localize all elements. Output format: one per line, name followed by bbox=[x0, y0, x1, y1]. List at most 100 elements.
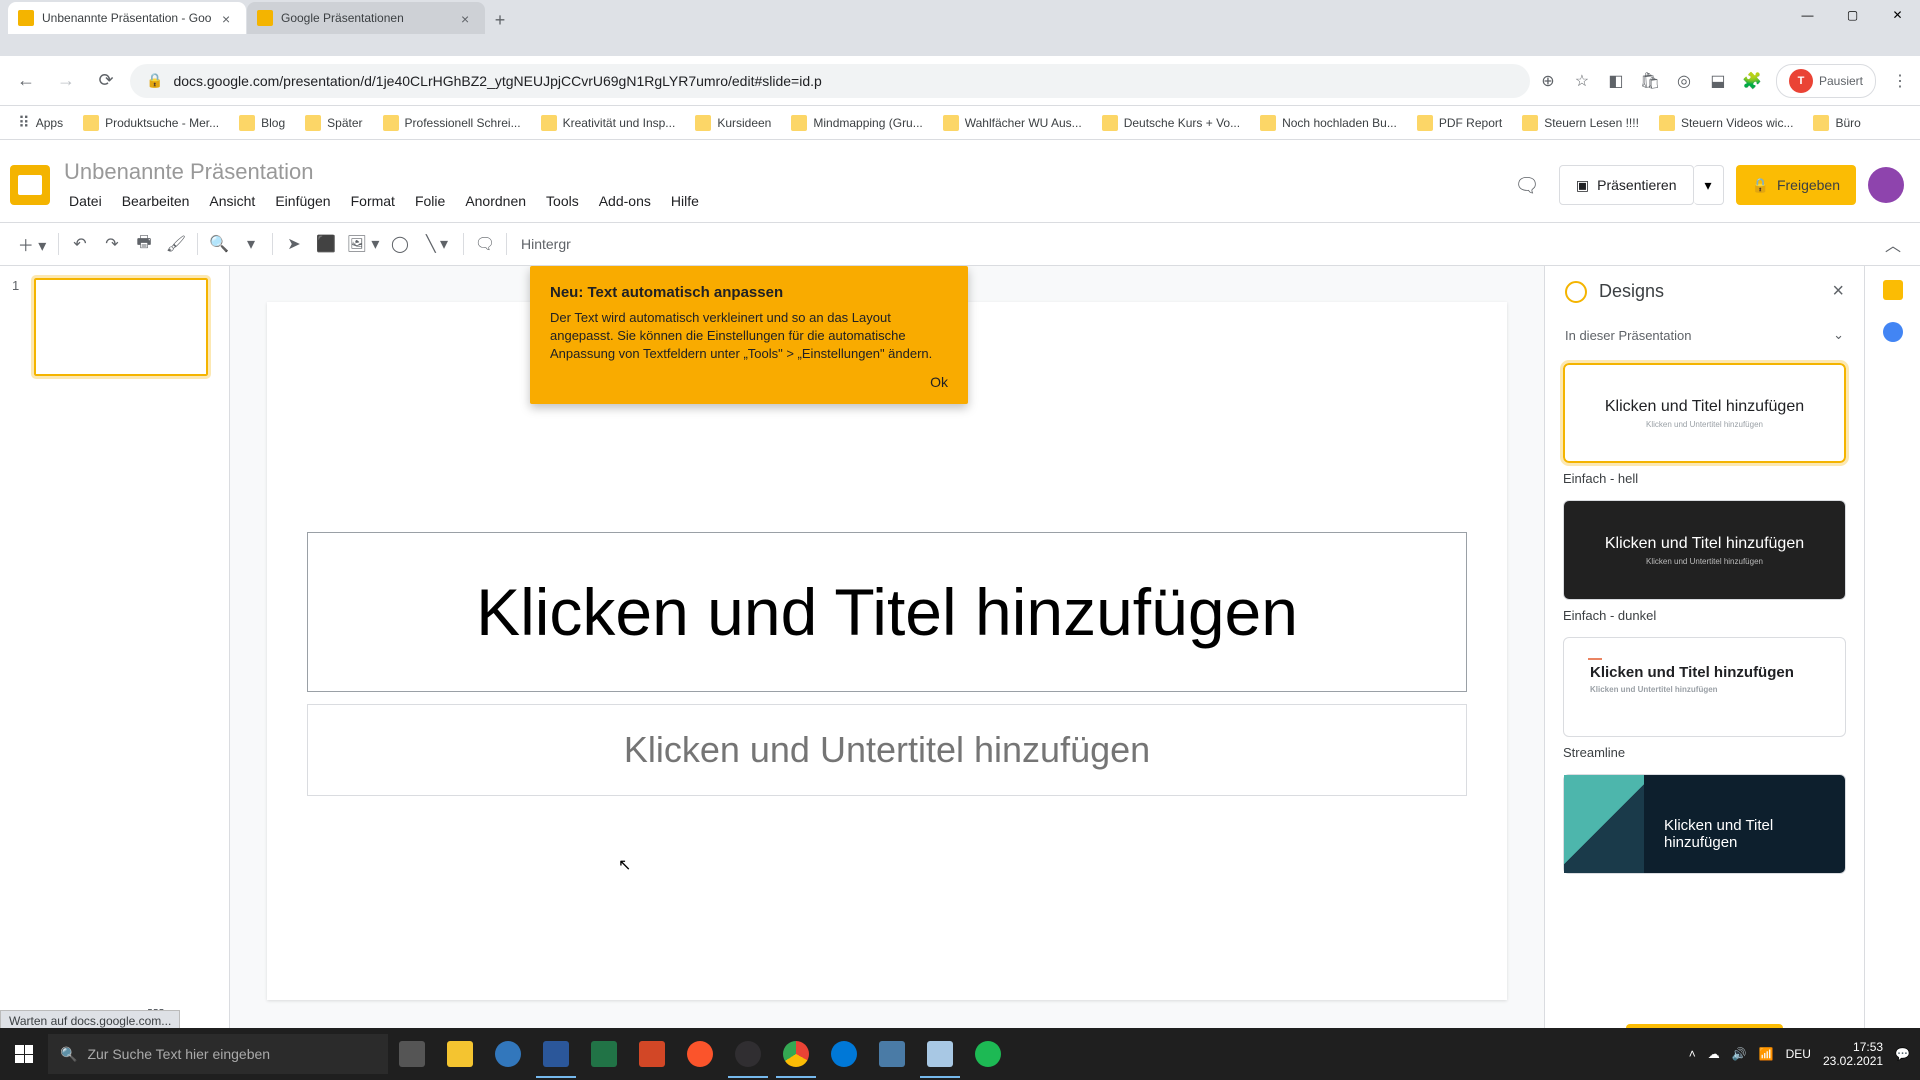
background-button[interactable]: Hintergr bbox=[513, 236, 579, 252]
comment-tool[interactable]: 🗨 bbox=[470, 229, 500, 259]
extensions-puzzle-icon[interactable]: 🧩 bbox=[1742, 71, 1762, 91]
minimize-button[interactable]: — bbox=[1785, 0, 1830, 30]
theme-card-dark[interactable]: Klicken und Titel hinzufügen Klicken und… bbox=[1563, 500, 1846, 600]
slide-thumbnail[interactable] bbox=[34, 278, 208, 376]
apps-shortcut[interactable]: ⠿Apps bbox=[10, 109, 71, 137]
edge-icon[interactable] bbox=[820, 1030, 868, 1078]
bookmark-item[interactable]: Büro bbox=[1805, 111, 1868, 135]
zoom-dropdown[interactable]: ▾ bbox=[236, 229, 266, 259]
close-panel-icon[interactable]: × bbox=[1832, 280, 1844, 303]
line-tool[interactable]: ╲ ▾ bbox=[417, 229, 457, 259]
browser-tab-active[interactable]: Unbenannte Präsentation - Goo × bbox=[8, 2, 246, 34]
bookmark-item[interactable]: Kreativität und Insp... bbox=[533, 111, 684, 135]
forward-button[interactable]: → bbox=[50, 65, 82, 97]
title-placeholder[interactable]: Klicken und Titel hinzufügen bbox=[307, 532, 1467, 692]
slide-canvas[interactable]: Klicken und Titel hinzufügen Klicken und… bbox=[267, 302, 1507, 1000]
extension-icon[interactable]: ⬓ bbox=[1708, 71, 1728, 91]
notepad-icon[interactable] bbox=[916, 1030, 964, 1078]
browser-tab[interactable]: Google Präsentationen × bbox=[247, 2, 485, 34]
select-tool[interactable]: ➤ bbox=[279, 229, 309, 259]
wifi-icon[interactable]: 📶 bbox=[1759, 1047, 1774, 1061]
onedrive-icon[interactable]: ☁ bbox=[1708, 1047, 1720, 1061]
bookmark-item[interactable]: Produktsuche - Mer... bbox=[75, 111, 227, 135]
start-button[interactable] bbox=[0, 1030, 48, 1078]
present-dropdown[interactable]: ▾ bbox=[1694, 165, 1724, 205]
menu-file[interactable]: Datei bbox=[60, 189, 111, 213]
maximize-button[interactable]: ▢ bbox=[1830, 0, 1875, 30]
redo-button[interactable]: ↷ bbox=[97, 229, 127, 259]
subtitle-placeholder[interactable]: Klicken und Untertitel hinzufügen bbox=[307, 704, 1467, 796]
word-icon[interactable] bbox=[532, 1030, 580, 1078]
theme-card-streamline[interactable]: Klicken und Titel hinzufügen Klicken und… bbox=[1563, 637, 1846, 737]
bookmark-item[interactable]: PDF Report bbox=[1409, 111, 1510, 135]
paint-format-button[interactable]: 🖌 bbox=[161, 229, 191, 259]
menu-help[interactable]: Hilfe bbox=[662, 189, 708, 213]
bookmark-item[interactable]: Wahlfächer WU Aus... bbox=[935, 111, 1090, 135]
bookmark-item[interactable]: Steuern Videos wic... bbox=[1651, 111, 1802, 135]
bookmark-item[interactable]: Steuern Lesen !!!! bbox=[1514, 111, 1647, 135]
share-button[interactable]: 🔒 Freigeben bbox=[1736, 165, 1856, 205]
bookmark-item[interactable]: Später bbox=[297, 111, 370, 135]
document-title[interactable]: Unbenannte Präsentation bbox=[60, 157, 708, 187]
brave-icon[interactable] bbox=[676, 1030, 724, 1078]
language-indicator[interactable]: DEU bbox=[1786, 1047, 1811, 1061]
spotify-icon[interactable] bbox=[964, 1030, 1012, 1078]
tasks-icon[interactable] bbox=[1883, 322, 1903, 342]
new-slide-button[interactable]: ＋ ▾ bbox=[12, 229, 52, 259]
menu-edit[interactable]: Bearbeiten bbox=[113, 189, 199, 213]
menu-format[interactable]: Format bbox=[342, 189, 404, 213]
close-tab-icon[interactable]: × bbox=[461, 11, 475, 25]
textbox-tool[interactable]: ⬛ bbox=[311, 229, 341, 259]
menu-view[interactable]: Ansicht bbox=[200, 189, 264, 213]
new-tab-button[interactable]: + bbox=[486, 6, 514, 34]
undo-button[interactable]: ↶ bbox=[65, 229, 95, 259]
keep-icon[interactable] bbox=[1883, 280, 1903, 300]
bookmark-item[interactable]: Professionell Schrei... bbox=[375, 111, 529, 135]
callout-ok-button[interactable]: Ok bbox=[550, 374, 948, 390]
bookmark-item[interactable]: Mindmapping (Gru... bbox=[783, 111, 930, 135]
bookmark-item[interactable]: Blog bbox=[231, 111, 293, 135]
menu-addons[interactable]: Add-ons bbox=[590, 189, 660, 213]
present-button[interactable]: ▣ Präsentieren bbox=[1559, 165, 1694, 205]
edge-legacy-icon[interactable] bbox=[484, 1030, 532, 1078]
volume-icon[interactable]: 🔊 bbox=[1732, 1047, 1747, 1061]
profile-paused-pill[interactable]: T Pausiert bbox=[1776, 64, 1876, 98]
shape-tool[interactable]: ◯ bbox=[385, 229, 415, 259]
menu-tools[interactable]: Tools bbox=[537, 189, 588, 213]
powerpoint-icon[interactable] bbox=[628, 1030, 676, 1078]
menu-insert[interactable]: Einfügen bbox=[266, 189, 339, 213]
kebab-menu-icon[interactable]: ⋮ bbox=[1890, 71, 1910, 91]
bookmark-item[interactable]: Deutsche Kurs + Vo... bbox=[1094, 111, 1248, 135]
star-icon[interactable]: ☆ bbox=[1572, 71, 1592, 91]
menu-slide[interactable]: Folie bbox=[406, 189, 454, 213]
theme-card-accent[interactable]: Klicken und Titel hinzufügen bbox=[1563, 774, 1846, 874]
zoom-icon[interactable]: ⊕ bbox=[1538, 71, 1558, 91]
notifications-icon[interactable]: 💬 bbox=[1895, 1047, 1910, 1061]
theme-card-light[interactable]: Klicken und Titel hinzufügen Klicken und… bbox=[1563, 363, 1846, 463]
menu-arrange[interactable]: Anordnen bbox=[456, 189, 535, 213]
reload-button[interactable]: ⟳ bbox=[90, 65, 122, 97]
task-view-icon[interactable] bbox=[388, 1030, 436, 1078]
collapse-toolbar-icon[interactable]: ︿ bbox=[1878, 229, 1908, 259]
close-window-button[interactable]: ✕ bbox=[1875, 0, 1920, 30]
bookmark-item[interactable]: Kursideen bbox=[687, 111, 779, 135]
chrome-icon[interactable] bbox=[772, 1030, 820, 1078]
extension-icon[interactable]: ◧ bbox=[1606, 71, 1626, 91]
image-tool[interactable]: 🖼 ▾ bbox=[343, 229, 383, 259]
extension-icon[interactable]: ◎ bbox=[1674, 71, 1694, 91]
excel-icon[interactable] bbox=[580, 1030, 628, 1078]
explorer-icon[interactable] bbox=[436, 1030, 484, 1078]
address-bar[interactable]: 🔒 docs.google.com/presentation/d/1je40CL… bbox=[130, 64, 1530, 98]
extension-icon[interactable]: 🛍 bbox=[1640, 71, 1660, 91]
app-icon[interactable] bbox=[868, 1030, 916, 1078]
back-button[interactable]: ← bbox=[10, 65, 42, 97]
obs-icon[interactable] bbox=[724, 1030, 772, 1078]
taskbar-search[interactable]: 🔍 Zur Suche Text hier eingeben bbox=[48, 1034, 388, 1074]
bookmark-item[interactable]: Noch hochladen Bu... bbox=[1252, 111, 1405, 135]
zoom-button[interactable]: 🔍 bbox=[204, 229, 234, 259]
account-avatar[interactable] bbox=[1868, 167, 1904, 203]
designs-section-toggle[interactable]: In dieser Präsentation ⌄ bbox=[1545, 317, 1864, 353]
slides-logo[interactable] bbox=[10, 165, 50, 205]
print-button[interactable]: 🖶 bbox=[129, 229, 159, 259]
tray-expand-icon[interactable]: ˄ bbox=[1689, 1047, 1696, 1061]
